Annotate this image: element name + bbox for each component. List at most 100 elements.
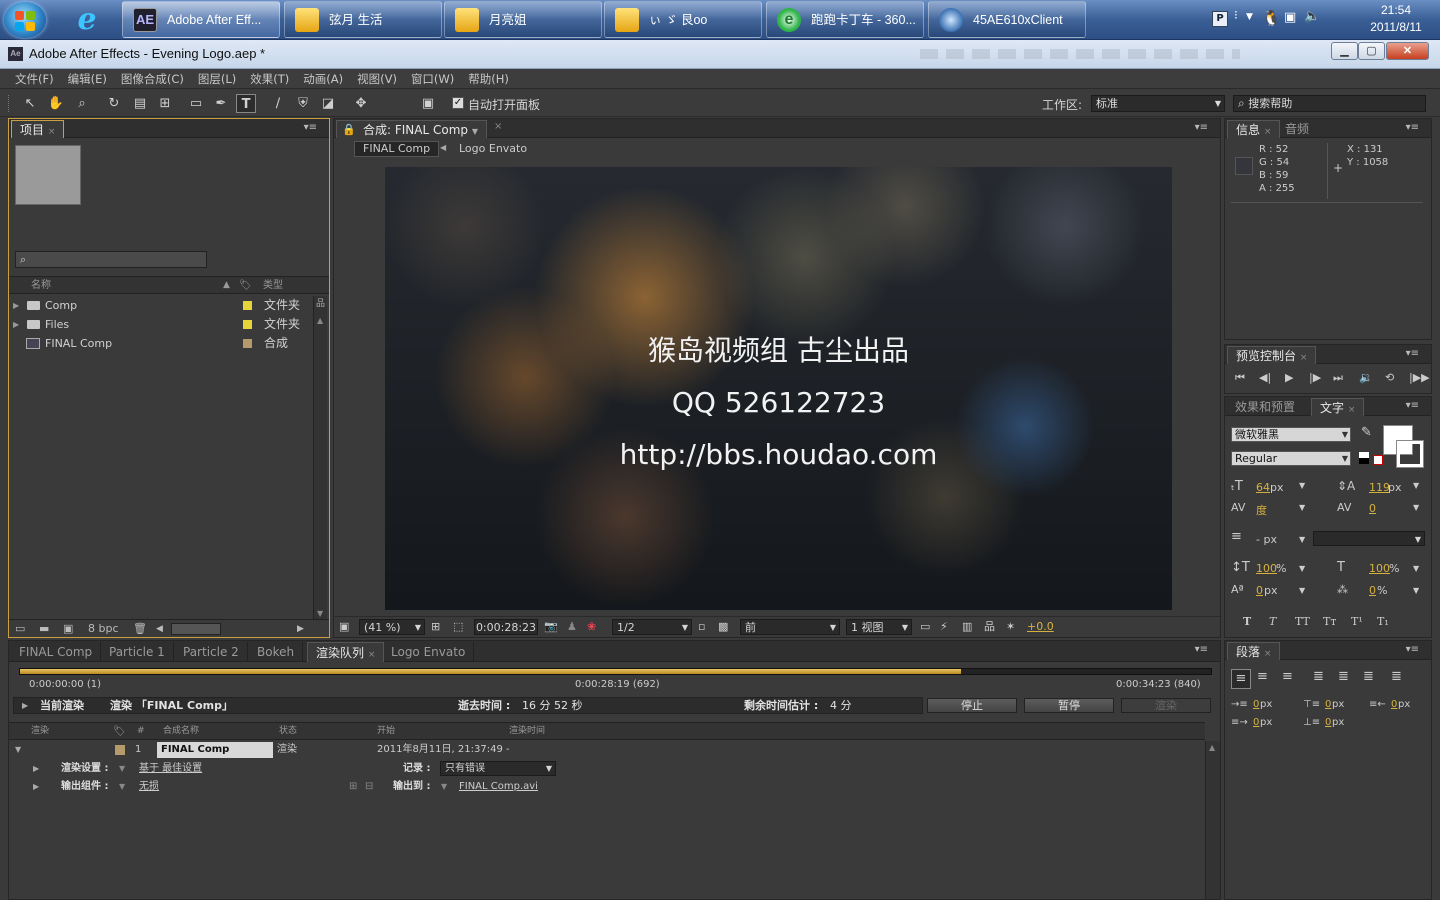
label-color[interactable] (243, 301, 252, 310)
panel-menu-icon[interactable]: ▾≡ (1406, 122, 1419, 133)
scroll-up-icon[interactable]: ▲ (317, 316, 323, 325)
chevron-down-icon[interactable]: ▼ (472, 127, 478, 136)
exposure-value[interactable]: +0.0 (1027, 617, 1054, 636)
menu-animation[interactable]: 动画(A) (296, 69, 350, 89)
chevron-down-icon[interactable]: ▼ (1299, 535, 1305, 544)
tab-project[interactable]: 项目 × (11, 120, 65, 138)
chevron-down-icon[interactable]: ▼ (119, 760, 125, 778)
breadcrumb-final-comp[interactable]: FINAL Comp (354, 141, 440, 157)
black-swatch[interactable] (1359, 458, 1369, 464)
scroll-left-icon[interactable]: ◀ (156, 620, 163, 638)
tab-render-queue[interactable]: 渲染队列 × (307, 642, 385, 662)
menu-composition[interactable]: 图像合成(C) (114, 69, 191, 89)
column-type[interactable]: 类型 (263, 277, 283, 294)
add-output-icon[interactable]: ⊞ (349, 778, 357, 796)
flowchart-icon[interactable]: 品 (984, 617, 995, 636)
expand-arrow-icon[interactable]: ▶ (22, 698, 28, 714)
expand-arrow-icon[interactable]: ▶ (33, 760, 39, 778)
remove-output-icon[interactable]: ⊟ (365, 778, 373, 796)
leading-value[interactable]: 119 (1369, 481, 1390, 494)
taskbar-item-360-browser[interactable]: e 跑跑卡丁车 - 360... (766, 1, 924, 38)
auto-open-checkbox[interactable]: ✓ (452, 97, 464, 109)
taskbar-item-chat-1[interactable]: 弦月 生活 (284, 1, 442, 38)
tsume-value[interactable]: 0 (1369, 584, 1376, 597)
scroll-down-icon[interactable]: ▼ (317, 609, 323, 618)
first-frame-icon[interactable]: ⏮ (1235, 371, 1245, 385)
workspace-select[interactable]: 标准 ▼ (1091, 95, 1225, 112)
last-frame-icon[interactable]: ⏭ (1333, 371, 1343, 385)
brush-tool-icon[interactable]: ∕ (268, 94, 288, 113)
column-number[interactable]: # (137, 723, 145, 740)
show-snapshot-icon[interactable]: ♟ (567, 617, 577, 636)
column-render-time[interactable]: 渲染时间 (509, 723, 545, 740)
no-color-swatch[interactable] (1373, 455, 1383, 465)
justify-right-icon[interactable]: ≣ (1363, 669, 1374, 684)
next-frame-icon[interactable]: |▶ (1309, 371, 1321, 384)
clock[interactable]: 21:54 2011/8/11 (1358, 2, 1434, 36)
tracking-value[interactable]: 0 (1369, 502, 1376, 515)
column-comp-name[interactable]: 合成名称 (163, 723, 199, 740)
tab-logo-envato[interactable]: Logo Envato (383, 642, 475, 662)
first-line-indent-value[interactable]: 0 (1253, 717, 1259, 728)
chevron-down-icon[interactable]: ▼ (1413, 564, 1419, 573)
snapshot-icon[interactable]: 📷 (544, 617, 558, 636)
loop-icon[interactable]: ⟲ (1385, 371, 1394, 384)
render-queue-scrollbar[interactable]: ▲ (1205, 741, 1220, 899)
horizontal-scroll-thumb[interactable] (171, 623, 221, 635)
justify-center-icon[interactable]: ≣ (1338, 669, 1349, 684)
list-item[interactable]: FINAL Comp 合成 (9, 334, 313, 353)
tab-audio[interactable]: 音频 (1277, 120, 1317, 138)
pen-tool-icon[interactable]: ✒ (211, 94, 231, 113)
faux-italic-button[interactable]: T (1269, 615, 1276, 628)
panel-menu-icon[interactable]: ▾≡ (1406, 348, 1419, 359)
current-time-field[interactable]: 0:00:28:23 (474, 619, 538, 635)
timeline-icon[interactable]: ▥ (962, 617, 972, 636)
label-column-icon[interactable]: 🏷 (113, 723, 126, 740)
render-settings-value[interactable]: 基于 最佳设置 (139, 760, 202, 778)
collapse-arrow-icon[interactable]: ▼ (15, 741, 21, 759)
tab-close-icon[interactable]: × (1264, 127, 1272, 137)
stop-button[interactable]: 停止 (927, 698, 1017, 713)
panel-menu-icon[interactable]: ▾≡ (1406, 644, 1419, 655)
font-style-select[interactable]: Regular (1231, 451, 1351, 466)
always-preview-icon[interactable]: ▣ (339, 617, 349, 636)
eyedropper-icon[interactable]: ✎ (1361, 425, 1372, 440)
views-layout-select[interactable]: 1 视图 ▼ (846, 619, 912, 635)
queue-comp-name[interactable]: FINAL Comp (157, 742, 273, 758)
table-row[interactable]: ▼ 1 FINAL Comp 渲染 2011年8月11日, 21:37:49 - (9, 741, 1205, 759)
project-search-input[interactable]: ⌕ (15, 251, 207, 268)
taskbar-item-chat-2[interactable]: 月亮姐 (444, 1, 602, 38)
ram-preview-icon[interactable]: |▶▶ (1409, 371, 1430, 384)
output-module-value[interactable]: 无损 (139, 778, 159, 796)
tab-character[interactable]: 文字 × (1311, 398, 1365, 416)
view-select[interactable]: 前 ▼ (740, 619, 840, 635)
trash-icon[interactable]: 🗑 (133, 620, 147, 638)
tab-particle-1[interactable]: Particle 1 (101, 642, 174, 662)
render-button[interactable]: 渲染 (1121, 698, 1211, 713)
panel-menu-icon[interactable]: ▾≡ (1406, 400, 1419, 411)
tab-particle-2[interactable]: Particle 2 (175, 642, 248, 662)
label-color[interactable] (243, 320, 252, 329)
menu-window[interactable]: 窗口(W) (404, 69, 461, 89)
chevron-down-icon[interactable]: ▼ (119, 778, 125, 796)
tab-close-icon[interactable]: × (1348, 405, 1356, 415)
new-folder-icon[interactable]: ▬ (39, 620, 49, 638)
start-button[interactable] (4, 2, 46, 38)
taskbar-item-chat-3[interactable]: ぃ ゞ 艮oo (604, 1, 762, 38)
maximize-button[interactable]: ▢ (1358, 42, 1385, 60)
label-column-icon[interactable]: 🏷 (239, 277, 252, 294)
list-item[interactable]: ▶ Files 文件夹 (9, 315, 313, 334)
menu-help[interactable]: 帮助(H) (461, 69, 516, 89)
chevron-down-icon[interactable]: ▼ (1413, 586, 1419, 595)
tab-effects-presets[interactable]: 效果和预置 (1227, 398, 1303, 416)
tray-expand-icon[interactable]: ▼ (1246, 12, 1253, 22)
tab-final-comp[interactable]: FINAL Comp (11, 642, 102, 662)
taskbar-item-after-effects[interactable]: AE Adobe After Eff... (122, 1, 280, 38)
indent-left-value[interactable]: 0 (1253, 699, 1259, 710)
align-right-icon[interactable]: ≡ (1282, 669, 1293, 684)
tab-close-icon[interactable]: × (494, 121, 502, 132)
space-before-value[interactable]: 0 (1325, 699, 1331, 710)
pause-button[interactable]: 暂停 (1024, 698, 1114, 713)
clone-stamp-tool-icon[interactable]: ⛨ (293, 94, 313, 113)
zoom-select[interactable]: (41 %) ▼ (359, 619, 425, 635)
